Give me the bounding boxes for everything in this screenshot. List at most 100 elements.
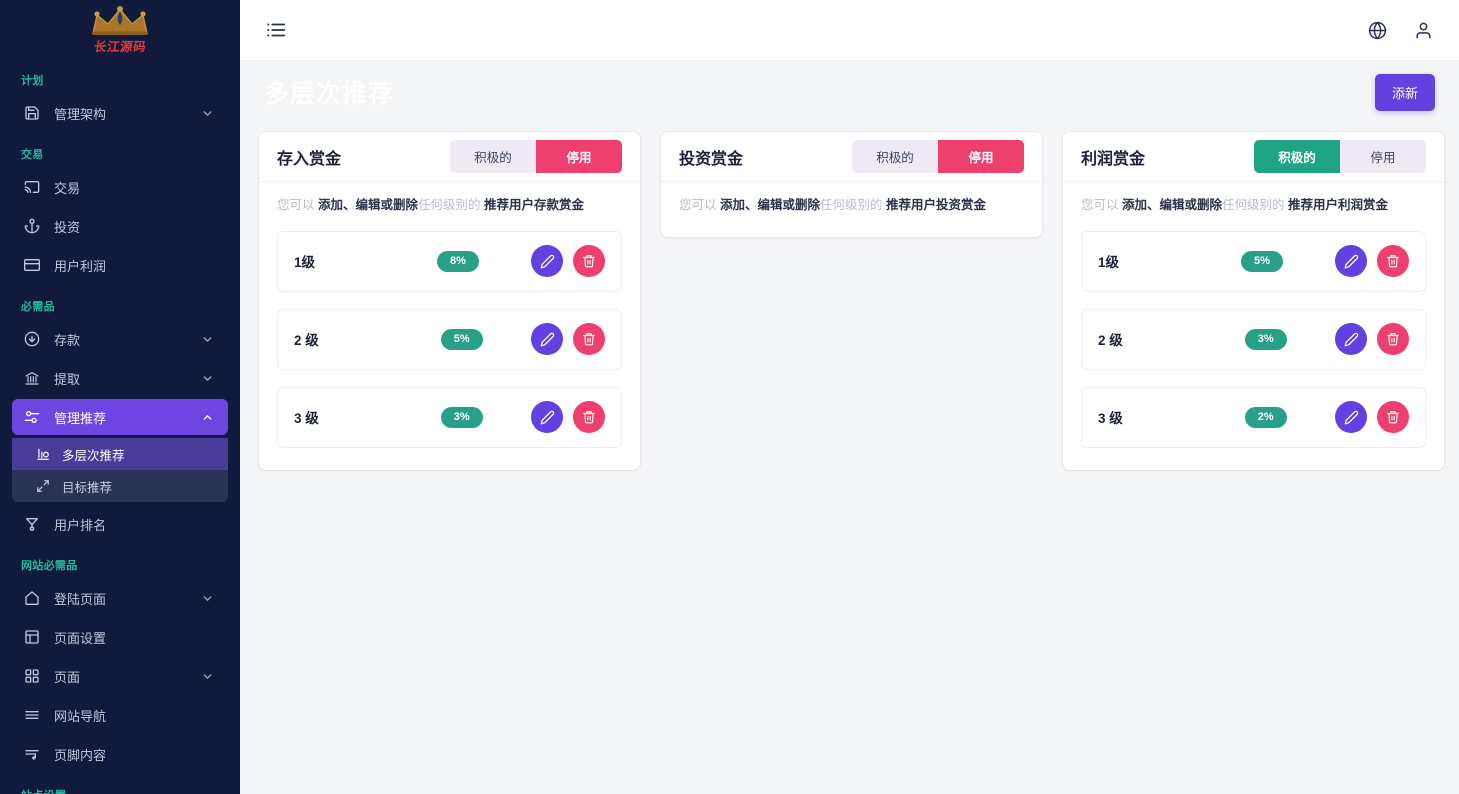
chevron-down-icon[interactable] [200, 332, 214, 346]
level-row: 3 级 3% [277, 387, 622, 448]
list-icon[interactable] [264, 18, 288, 42]
trash-icon [582, 254, 596, 268]
sidebar-item-label: 用户排名 [54, 515, 214, 534]
anchor-icon [22, 216, 42, 236]
add-new-button[interactable]: 添新 [1375, 74, 1435, 111]
submenu-管理推荐: 多层次推荐 目标推荐 [12, 438, 228, 502]
trash-icon [582, 410, 596, 424]
page-title: 多层次推荐 [264, 74, 394, 110]
status-toggle[interactable]: 积极的 停用 [450, 140, 622, 173]
card-title: 投资赏金 [679, 145, 743, 169]
card-description: 您可以 添加、编辑或删除任何级别的 推荐用户存款赏金 [277, 196, 622, 215]
card-header: 利润赏金 积极的 停用 [1063, 132, 1444, 182]
card-header: 投资赏金 积极的 停用 [661, 132, 1042, 182]
sidebar-scroll[interactable]: 长江源码 计划 管理架构 交易 [0, 0, 240, 794]
card-investment-bounty: 投资赏金 积极的 停用 您可以 添加、编辑或删除任何级别的 推荐用户投资赏金 [661, 132, 1042, 237]
sidebar-item-label: 页面设置 [54, 628, 214, 647]
maximize-icon [34, 477, 52, 495]
sidebar-item-交易[interactable]: 交易 [12, 169, 228, 205]
user-icon[interactable] [1411, 18, 1435, 42]
level-row: 2 级 3% [1081, 309, 1426, 370]
nav-section-label-0: 计划 [0, 60, 240, 92]
delete-button[interactable] [1377, 401, 1409, 433]
chevron-down-icon[interactable] [200, 669, 214, 683]
edit-button[interactable] [531, 245, 563, 277]
trash-icon [1386, 254, 1400, 268]
edit-button[interactable] [1335, 323, 1367, 355]
cast-icon [22, 177, 42, 197]
sidebar-item-提取[interactable]: 提取 [12, 360, 228, 396]
delete-button[interactable] [573, 245, 605, 277]
chevron-down-icon[interactable] [200, 591, 214, 605]
sidebar-item-投资[interactable]: 投资 [12, 208, 228, 244]
delete-button[interactable] [1377, 323, 1409, 355]
desc-mid: 任何级别的 [820, 198, 886, 212]
sidebar-nav: 计划 管理架构 交易 交易 [0, 60, 240, 794]
sidebar-item-用户利润[interactable]: 用户利润 [12, 247, 228, 283]
sidebar-item-label: 存款 [54, 330, 200, 349]
chevron-down-icon[interactable] [200, 371, 214, 385]
sidebar-subitem-label: 多层次推荐 [62, 445, 125, 464]
logo-text: 长江源码 [93, 41, 147, 54]
sidebar-item-label: 页面 [54, 667, 200, 686]
toggle-disabled-button[interactable]: 停用 [536, 140, 622, 173]
sidebar-item-页面[interactable]: 页面 [12, 658, 228, 694]
sliders-icon [22, 407, 42, 427]
chevron-up-icon[interactable] [200, 410, 214, 424]
chevron-down-icon[interactable] [200, 106, 214, 120]
desc-mid: 任何级别的 [418, 198, 484, 212]
sidebar-item-页脚内容[interactable]: 页脚内容 [12, 736, 228, 772]
delete-button[interactable] [573, 323, 605, 355]
toggle-disabled-button[interactable]: 停用 [1340, 140, 1426, 173]
award-icon [22, 514, 42, 534]
card-body: 您可以 添加、编辑或删除任何级别的 推荐用户存款赏金 1级 8% [259, 182, 640, 470]
edit-button[interactable] [1335, 401, 1367, 433]
sidebar-subitem-目标推荐[interactable]: 目标推荐 [12, 470, 228, 502]
content-area: 存入赏金 积极的 停用 您可以 添加、编辑或删除任何级别的 推荐用户存款赏金 1… [240, 123, 1459, 794]
sidebar-item-登陆页面[interactable]: 登陆页面 [12, 580, 228, 616]
delete-button[interactable] [573, 401, 605, 433]
desc-mid: 任何级别的 [1222, 198, 1288, 212]
edit-button[interactable] [531, 401, 563, 433]
row-actions [1335, 401, 1409, 433]
nav-section-label-2: 必需品 [0, 286, 240, 318]
toggle-active-button[interactable]: 积极的 [1254, 140, 1340, 173]
pencil-icon [1344, 332, 1359, 347]
nav-section-label-1: 交易 [0, 134, 240, 166]
level-name: 1级 [1098, 251, 1119, 271]
app-root: 长江源码 计划 管理架构 交易 [0, 0, 1459, 794]
status-toggle[interactable]: 积极的 停用 [1254, 140, 1426, 173]
logo[interactable]: 长江源码 [0, 0, 240, 60]
credit-card-icon [22, 255, 42, 275]
toggle-active-button[interactable]: 积极的 [852, 140, 938, 173]
delete-button[interactable] [1377, 245, 1409, 277]
level-row: 1级 5% [1081, 231, 1426, 292]
sidebar-item-网站导航[interactable]: 网站导航 [12, 697, 228, 733]
sidebar-item-用户排名[interactable]: 用户排名 [12, 506, 228, 542]
status-toggle[interactable]: 积极的 停用 [852, 140, 1024, 173]
card-title: 利润赏金 [1081, 145, 1145, 169]
level-percent-badge: 5% [1241, 251, 1283, 272]
row-actions [531, 401, 605, 433]
toggle-disabled-button[interactable]: 停用 [938, 140, 1024, 173]
sidebar-item-存款[interactable]: 存款 [12, 321, 228, 357]
sidebar-item-页面设置[interactable]: 页面设置 [12, 619, 228, 655]
card-description: 您可以 添加、编辑或删除任何级别的 推荐用户利润赏金 [1081, 196, 1426, 215]
row-actions [1335, 323, 1409, 355]
sidebar-item-label: 用户利润 [54, 256, 214, 275]
bar-chart-icon [34, 445, 52, 463]
sidebar-item-管理推荐[interactable]: 管理推荐 [12, 399, 228, 435]
sidebar-item-label: 管理推荐 [54, 408, 200, 427]
level-row: 2 级 5% [277, 309, 622, 370]
sidebar-item-管理架构[interactable]: 管理架构 [12, 95, 228, 131]
pencil-icon [540, 332, 555, 347]
sidebar-subitem-多层次推荐[interactable]: 多层次推荐 [12, 438, 228, 470]
edit-button[interactable] [1335, 245, 1367, 277]
edit-button[interactable] [531, 323, 563, 355]
card-body: 您可以 添加、编辑或删除任何级别的 推荐用户利润赏金 1级 5% [1063, 182, 1444, 470]
toggle-active-button[interactable]: 积极的 [450, 140, 536, 173]
desc-bold-2: 推荐用户投资赏金 [886, 198, 986, 212]
arrow-down-circle-icon [22, 329, 42, 349]
desc-bold-2: 推荐用户存款赏金 [484, 198, 584, 212]
globe-icon[interactable] [1365, 18, 1389, 42]
